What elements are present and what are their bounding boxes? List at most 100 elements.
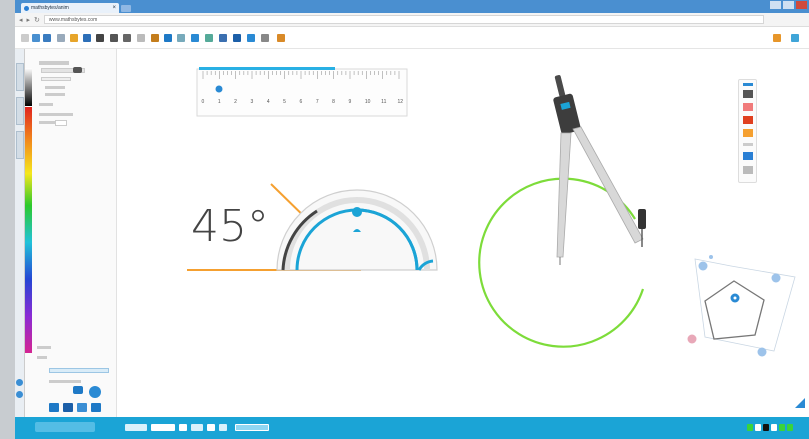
present-icon[interactable]	[277, 34, 285, 42]
pen-preview-icon	[73, 67, 82, 73]
tab-objects[interactable]	[16, 97, 24, 125]
browser-window: mathsbytes/anim × ◂ ▸ ↻ www.mathsbytes.c…	[15, 0, 809, 439]
user-icon[interactable]	[773, 34, 781, 42]
ruler-label: 11	[381, 99, 386, 105]
tab-toolbox[interactable]	[16, 63, 24, 91]
maximize-button[interactable]	[783, 1, 794, 9]
angle-label: 45°	[191, 201, 269, 252]
clock-icon[interactable]	[261, 34, 269, 42]
ruler-label: 2	[234, 99, 237, 105]
image-icon[interactable]	[191, 34, 199, 42]
prev-page-button[interactable]	[179, 424, 187, 431]
panel-row	[37, 356, 47, 359]
app-logo	[35, 422, 95, 432]
color-wheel-icon[interactable]	[89, 386, 101, 398]
fill-icon[interactable]	[164, 34, 172, 42]
white-swatch-2[interactable]	[771, 424, 777, 431]
back-icon[interactable]: ◂	[19, 16, 23, 24]
highlighter-icon[interactable]	[77, 403, 87, 412]
page-count	[219, 424, 227, 431]
white-swatch[interactable]	[755, 424, 761, 431]
dice-icon[interactable]	[233, 34, 241, 42]
forward-icon[interactable]: ▸	[27, 16, 31, 24]
side-tabs	[15, 49, 25, 417]
drawing-canvas[interactable]: 0 1 2 3 4 5 6 7 8 9 10 11 12 45°	[117, 49, 809, 417]
marker-icon[interactable]	[63, 403, 73, 412]
settings-icon[interactable]	[791, 34, 799, 42]
opacity-field[interactable]	[55, 120, 67, 126]
palette-header	[743, 83, 753, 86]
window-controls	[770, 1, 807, 9]
menu-icon[interactable]	[21, 34, 29, 42]
eraser-icon[interactable]	[73, 386, 83, 394]
browser-tab[interactable]: mathsbytes/anim ×	[21, 3, 119, 13]
width-field[interactable]	[41, 77, 71, 81]
greyscale-picker[interactable]	[25, 68, 32, 106]
orange-pen-icon[interactable]	[743, 129, 753, 137]
page-label	[125, 424, 147, 431]
color-spectrum-picker[interactable]	[25, 107, 32, 353]
black-pen-icon[interactable]	[743, 90, 753, 98]
tab-close-icon[interactable]: ×	[112, 5, 116, 11]
blue-pen-icon[interactable]	[743, 152, 753, 160]
zoom-out-icon[interactable]	[16, 391, 23, 398]
ruler-label: 0	[202, 99, 205, 105]
graph-icon[interactable]	[205, 34, 213, 42]
pen-palette	[738, 79, 757, 183]
new-tab-button[interactable]	[121, 5, 131, 12]
shapes-icon[interactable]	[151, 34, 159, 42]
next-page-button[interactable]	[207, 424, 215, 431]
green-swatch-2[interactable]	[787, 424, 793, 431]
add-page-button[interactable]	[235, 424, 269, 431]
reload-icon[interactable]: ↻	[34, 16, 40, 24]
pencil-icon[interactable]	[49, 403, 59, 412]
page-icon[interactable]	[57, 34, 65, 42]
eraser-tool-icon[interactable]	[743, 166, 753, 174]
minimize-button[interactable]	[770, 1, 781, 9]
compass-tool[interactable]	[553, 75, 646, 265]
ruler-label: 12	[398, 99, 404, 105]
black-swatch[interactable]	[763, 424, 769, 431]
compass-tool-icon[interactable]	[123, 34, 131, 42]
red-marker-icon[interactable]	[743, 116, 753, 124]
open-folder-icon[interactable]	[70, 34, 78, 42]
ruler-tool-icon[interactable]	[110, 34, 118, 42]
url-field[interactable]: www.mathsbytes.com	[43, 15, 764, 24]
undo-icon[interactable]	[32, 34, 40, 42]
text-icon[interactable]	[177, 34, 185, 42]
ruler-label: 5	[283, 99, 286, 105]
ruler-label: 8	[332, 99, 335, 105]
protractor-tool[interactable]	[276, 189, 438, 271]
ruler-tool[interactable]: 0 1 2 3 4 5 6 7 8 9 10 11 12	[196, 67, 408, 117]
app-toolbar	[15, 27, 809, 49]
panel-row	[37, 346, 51, 349]
ruler-label: 7	[316, 99, 319, 105]
close-window-button[interactable]	[796, 1, 807, 9]
save-icon[interactable]	[83, 34, 91, 42]
title-bar: mathsbytes/anim ×	[15, 0, 809, 13]
favicon-icon	[24, 5, 29, 11]
ruler-label: 6	[300, 99, 303, 105]
table-icon[interactable]	[219, 34, 227, 42]
zoom-in-icon[interactable]	[16, 379, 23, 386]
web-icon[interactable]	[247, 34, 255, 42]
panel-row	[39, 121, 55, 124]
protractor-tool-icon[interactable]	[137, 34, 145, 42]
brush-icon[interactable]	[91, 403, 101, 412]
transparency-slider[interactable]	[49, 368, 109, 373]
print-icon[interactable]	[96, 34, 104, 42]
panel-row	[45, 86, 65, 89]
tab-title: mathsbytes/anim	[31, 5, 69, 11]
red-pen-icon[interactable]	[743, 103, 753, 111]
redo-icon[interactable]	[43, 34, 51, 42]
green-swatch[interactable]	[779, 424, 785, 431]
address-bar-row: ◂ ▸ ↻ www.mathsbytes.com	[15, 13, 809, 27]
pentagon-shape[interactable]	[687, 255, 796, 357]
panel-row	[39, 103, 53, 106]
panel-row	[39, 113, 73, 116]
ruler-label: 4	[267, 99, 270, 105]
page-number-field[interactable]	[151, 424, 175, 431]
status-bar	[15, 417, 809, 439]
panel-row	[39, 61, 69, 65]
tab-pages[interactable]	[16, 131, 24, 159]
